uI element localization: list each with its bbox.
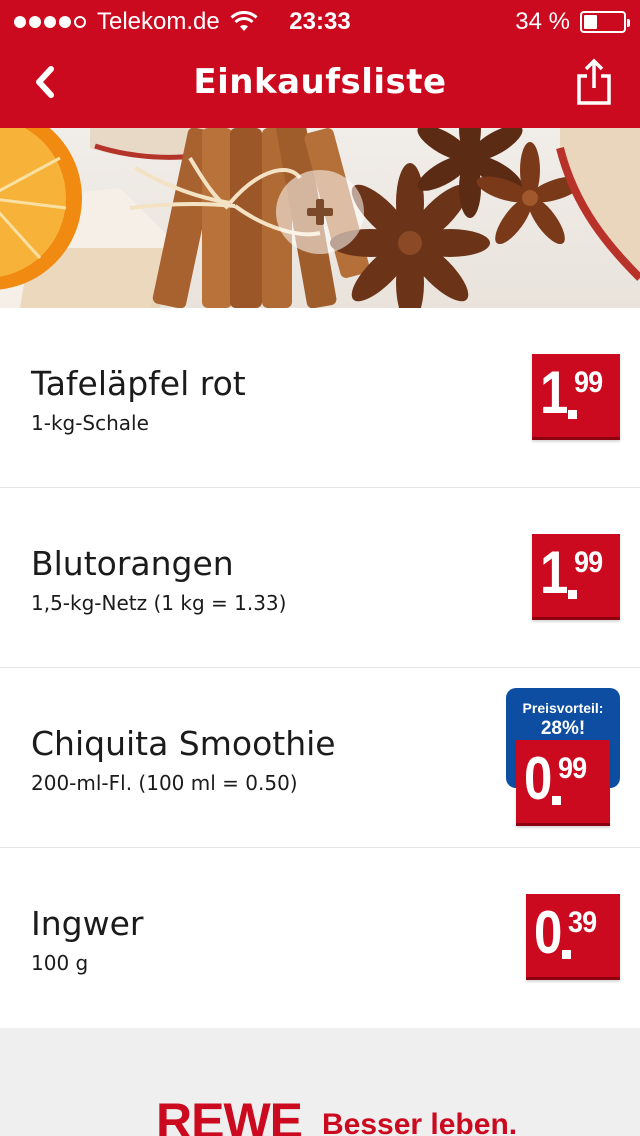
- price-euro: 1: [540, 359, 568, 426]
- share-button[interactable]: [566, 50, 622, 114]
- badge-value: 28%!: [540, 718, 586, 739]
- status-right: 34 %: [515, 8, 630, 36]
- brand-logo: REWE: [156, 1093, 303, 1136]
- item-name: Tafeläpfel rot: [31, 364, 246, 403]
- item-name: Chiquita Smoothie: [31, 724, 336, 763]
- shopping-list: Tafeläpfel rot 1-kg-Schale 1 99 Blutoran…: [0, 308, 640, 1028]
- battery-icon: [580, 11, 630, 33]
- price-tag: 1 99: [532, 354, 620, 440]
- footer: REWE Besser leben.: [0, 1028, 640, 1136]
- page-title: Einkaufsliste: [193, 62, 447, 102]
- price-cents: 39: [568, 906, 597, 939]
- price-cents: 99: [574, 366, 603, 399]
- item-name: Blutorangen: [31, 544, 234, 583]
- price-tag: 0 99: [516, 740, 610, 826]
- item-detail: 1-kg-Schale: [31, 411, 149, 435]
- price-euro: 0: [534, 899, 562, 966]
- price-tag: 0 39: [526, 894, 620, 980]
- brand-slogan: Besser leben.: [322, 1108, 518, 1136]
- item-detail: 100 g: [31, 951, 89, 975]
- battery-fill: [584, 15, 597, 29]
- share-icon: [577, 58, 611, 105]
- price-tag: 1 99: [532, 534, 620, 620]
- price-cents: 99: [574, 546, 603, 579]
- list-item[interactable]: Blutorangen 1,5-kg-Netz (1 kg = 1.33) 1 …: [0, 488, 640, 668]
- add-item-button[interactable]: [276, 170, 364, 254]
- list-item[interactable]: Tafeläpfel rot 1-kg-Schale 1 99: [0, 308, 640, 488]
- navigation-bar: Einkaufsliste: [0, 40, 640, 128]
- battery-percentage: 34 %: [515, 8, 570, 35]
- list-item[interactable]: Ingwer 100 g 0 39: [0, 848, 640, 1028]
- item-detail: 1,5-kg-Netz (1 kg = 1.33): [31, 591, 287, 615]
- item-detail: 200-ml-Fl. (100 ml = 0.50): [31, 771, 298, 795]
- badge-label: Preisvorteil:: [522, 700, 604, 716]
- price-euro: 0: [524, 745, 552, 812]
- price-euro: 1: [540, 539, 568, 606]
- price-cents: 99: [558, 752, 587, 785]
- item-name: Ingwer: [31, 904, 144, 943]
- plus-icon: [307, 199, 333, 225]
- status-bar: Telekom.de 23:33 34 %: [0, 0, 640, 40]
